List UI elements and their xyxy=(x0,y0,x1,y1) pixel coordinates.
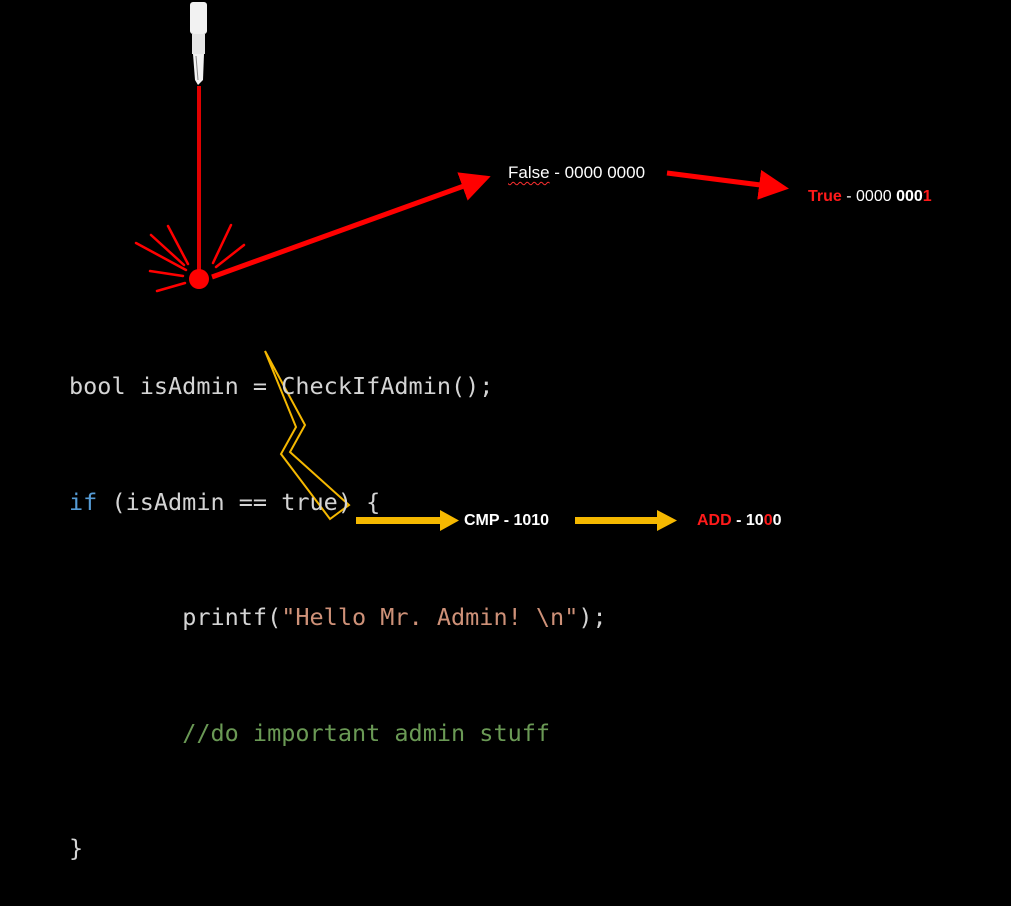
code-line-1: bool isAdmin = CheckIfAdmin(); xyxy=(69,372,494,400)
false-label: False - 0000 0000 xyxy=(508,163,645,183)
call-end: ); xyxy=(578,603,607,631)
code-comment: //do important admin stuff xyxy=(182,718,551,747)
true-flipped-bit: 1 xyxy=(922,188,932,205)
laser-impact-dot xyxy=(189,269,209,289)
add-bits-1: 10 xyxy=(745,512,764,529)
string-literal: "Hello Mr. Admin! \n" xyxy=(281,603,579,631)
code-block: bool isAdmin = CheckIfAdmin(); if (isAdm… xyxy=(69,290,607,906)
true-word: True xyxy=(808,188,842,205)
false-bits: - 0000 0000 xyxy=(549,163,646,182)
add-word: ADD xyxy=(697,512,732,529)
if-condition: (isAdmin == true) { xyxy=(97,487,381,516)
code-line-4: //do important admin stuff xyxy=(69,714,607,753)
code-line-3: printf("Hello Mr. Admin! \n"); xyxy=(69,598,607,637)
printf-call: printf( xyxy=(182,603,282,631)
cmp-label: CMP - 1010 xyxy=(464,512,550,529)
add-sep: - xyxy=(731,512,746,529)
if-keyword: if xyxy=(69,487,98,516)
false-word: False xyxy=(508,163,550,182)
laser-pointer-icon xyxy=(190,2,207,85)
arrow-impact-to-false xyxy=(211,172,491,280)
add-label: ADD - 1000 xyxy=(697,512,782,530)
add-flipped-bit: 0 xyxy=(763,512,773,529)
true-label: True - 0000 0001 xyxy=(808,188,932,206)
true-sep: - 0000 xyxy=(841,188,897,205)
arrow-false-to-true xyxy=(666,169,789,200)
add-bits-2: 0 xyxy=(772,512,782,529)
true-bits: 000 xyxy=(896,188,923,205)
code-line-5: } xyxy=(69,834,84,862)
